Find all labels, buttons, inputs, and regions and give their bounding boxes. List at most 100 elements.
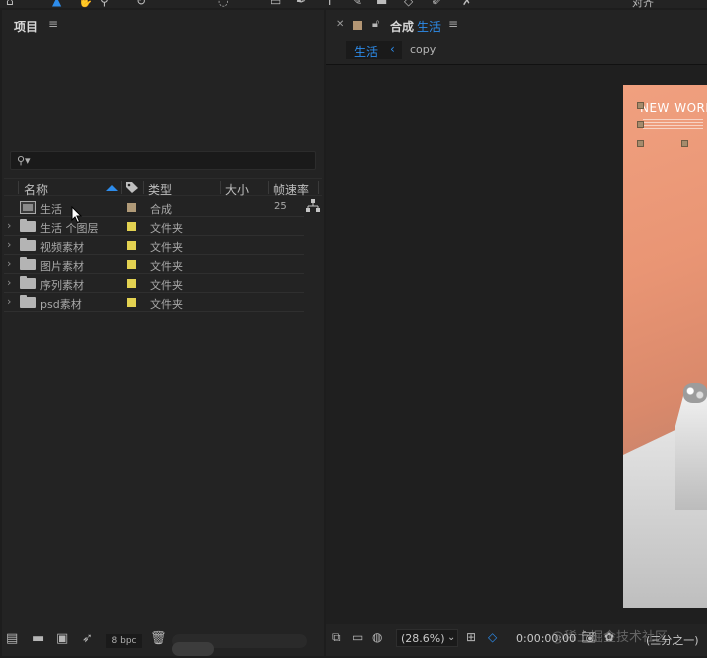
panel-menu-icon[interactable]: ≡ — [448, 17, 458, 31]
transform-handle[interactable] — [681, 140, 688, 147]
hand-tool-icon[interactable]: ✋ — [78, 0, 93, 8]
project-item-row[interactable]: › 序列素材 文件夹 — [4, 274, 304, 293]
item-type: 文件夹 — [150, 298, 183, 311]
type-tool-icon[interactable]: T — [326, 0, 333, 8]
canvas-subtitle-lines — [643, 119, 703, 129]
chevron-right-icon[interactable]: › — [7, 257, 11, 270]
pen-tool-icon[interactable]: ✒ — [296, 0, 306, 8]
project-bit-depth[interactable]: 8 bpc — [106, 634, 142, 648]
project-item-row[interactable]: › psd素材 文件夹 — [4, 293, 304, 312]
shape-tool-icon[interactable]: ▭ — [270, 0, 281, 8]
brush-tool-icon[interactable]: ✎ — [352, 0, 362, 8]
item-name: 图片素材 — [40, 260, 84, 273]
label-color-swatch[interactable] — [127, 260, 136, 269]
puppet-tool-icon[interactable]: ✗ — [462, 0, 472, 8]
project-panel: 项目 ≡ ⚲▾ 名称 类型 大小 帧速率 生活 合成 25 › 生活 个图层 文… — [2, 10, 324, 656]
label-color-swatch[interactable] — [127, 298, 136, 307]
composition-label-swatch[interactable] — [353, 21, 362, 30]
mask-path-visibility-icon[interactable]: ◇ — [488, 630, 497, 644]
item-name: 生活 个图层 — [40, 222, 99, 235]
clone-tool-icon[interactable]: ▬ — [376, 0, 387, 8]
item-type: 文件夹 — [150, 260, 183, 273]
chevron-right-icon[interactable]: › — [7, 295, 11, 308]
breadcrumb-active[interactable]: 生活 ‹ — [346, 41, 402, 59]
zoom-tool-icon[interactable]: ⚲ — [100, 0, 109, 8]
canvas-title-text[interactable]: NEW WORLD — [640, 101, 707, 115]
label-color-swatch[interactable] — [127, 203, 136, 212]
chevron-right-icon[interactable]: › — [7, 238, 11, 251]
chevron-right-icon[interactable]: › — [7, 219, 11, 232]
label-color-swatch[interactable] — [127, 279, 136, 288]
camera-tool-icon[interactable]: ◌ — [218, 0, 228, 8]
close-icon[interactable]: ✕ — [336, 19, 344, 30]
new-folder-icon[interactable]: ▬ — [32, 631, 44, 646]
breadcrumb-item[interactable]: copy — [410, 43, 436, 56]
column-separator[interactable] — [143, 181, 144, 194]
composition-tab-name[interactable]: 生活 — [417, 18, 441, 35]
always-preview-icon[interactable]: ⧉ — [332, 630, 341, 645]
horizontal-scrollbar[interactable] — [172, 634, 307, 656]
trash-icon[interactable]: 🗑 — [150, 631, 167, 646]
align-panel-label[interactable]: 对齐 — [632, 0, 654, 8]
project-item-row[interactable]: › 生活 个图层 文件夹 — [4, 217, 304, 236]
item-name: psd素材 — [40, 298, 82, 311]
project-item-row[interactable]: › 视频素材 文件夹 — [4, 236, 304, 255]
panel-menu-icon[interactable]: ≡ — [48, 17, 58, 31]
search-input[interactable]: ⚲▾ — [10, 151, 316, 170]
composition-viewer[interactable]: NEW WORLD — [326, 64, 707, 624]
safe-margins-icon[interactable]: ⊞ — [466, 630, 476, 644]
zoom-value: (28.6%) — [401, 632, 445, 645]
column-separator[interactable] — [268, 181, 269, 194]
vr-goggles-icon[interactable]: ◍ — [372, 630, 382, 644]
canvas-flowers — [683, 383, 707, 403]
breadcrumb-item[interactable]: 生活 — [354, 43, 378, 60]
transform-handle[interactable] — [637, 102, 644, 109]
column-header-name[interactable]: 名称 — [24, 181, 48, 198]
composition-tab-prefix[interactable]: 合成 — [390, 18, 414, 35]
eraser-tool-icon[interactable]: ◇ — [404, 0, 413, 8]
canvas-building — [675, 390, 707, 510]
project-item-row[interactable]: › 图片素材 文件夹 — [4, 255, 304, 274]
new-composition-icon[interactable]: ▣ — [56, 631, 68, 646]
folder-icon — [20, 276, 36, 289]
column-header-type[interactable]: 类型 — [148, 181, 172, 198]
composition-canvas[interactable]: NEW WORLD — [623, 85, 707, 608]
folder-icon — [20, 238, 36, 251]
label-tag-icon[interactable] — [125, 181, 139, 194]
flowchart-icon[interactable] — [306, 199, 320, 212]
composition-footer: ⧉ ▭ ◍ (28.6%) ⌄ ⊞ ◇ 0:00:00:00 📷︎ ✿ (三分之… — [326, 626, 707, 652]
column-header-frame-rate[interactable]: 帧速率 — [273, 181, 309, 198]
flowchart-launch-icon[interactable]: ➶ — [82, 631, 93, 646]
folder-icon — [20, 295, 36, 308]
home-icon[interactable]: ⌂ — [6, 0, 14, 8]
column-separator[interactable] — [18, 181, 19, 194]
search-icon[interactable]: ⚲▾ — [17, 154, 31, 167]
item-type: 文件夹 — [150, 279, 183, 292]
scrollbar-thumb[interactable] — [172, 642, 214, 656]
rotate-tool-icon[interactable]: ↻ — [136, 0, 146, 8]
zoom-dropdown[interactable]: (28.6%) ⌄ — [396, 629, 458, 647]
project-item-row[interactable]: 生活 合成 25 — [4, 198, 304, 217]
project-panel-title[interactable]: 项目 — [14, 18, 38, 35]
column-header-size[interactable]: 大小 — [225, 181, 249, 198]
chevron-right-icon[interactable]: › — [7, 276, 11, 289]
transform-handle[interactable] — [637, 121, 644, 128]
label-color-swatch[interactable] — [127, 241, 136, 250]
interpret-footage-icon[interactable]: ▤ — [6, 631, 18, 646]
item-name: 生活 — [40, 203, 62, 216]
roto-tool-icon[interactable]: ✐ — [432, 0, 442, 8]
transform-handle[interactable] — [637, 140, 644, 147]
watermark-text: @稀土掘金技术社区 — [551, 630, 669, 645]
label-color-swatch[interactable] — [127, 222, 136, 231]
composition-panel: ✕ 🔓︎ 合成 生活 ≡ 生活 ‹ copy NEW WORLD ⧉ ▭ ◍ (… — [326, 10, 707, 656]
selection-tool-icon[interactable]: ▲ — [52, 0, 61, 8]
monitor-icon[interactable]: ▭ — [352, 630, 363, 644]
chevron-left-icon[interactable]: ‹ — [390, 42, 395, 56]
item-frame-rate: 25 — [274, 201, 287, 212]
sort-ascending-icon[interactable] — [106, 185, 118, 191]
column-separator[interactable] — [121, 181, 122, 194]
column-separator[interactable] — [318, 181, 319, 194]
column-separator[interactable] — [220, 181, 221, 194]
lock-icon[interactable]: 🔓︎ — [372, 17, 379, 31]
item-name: 视频素材 — [40, 241, 84, 254]
